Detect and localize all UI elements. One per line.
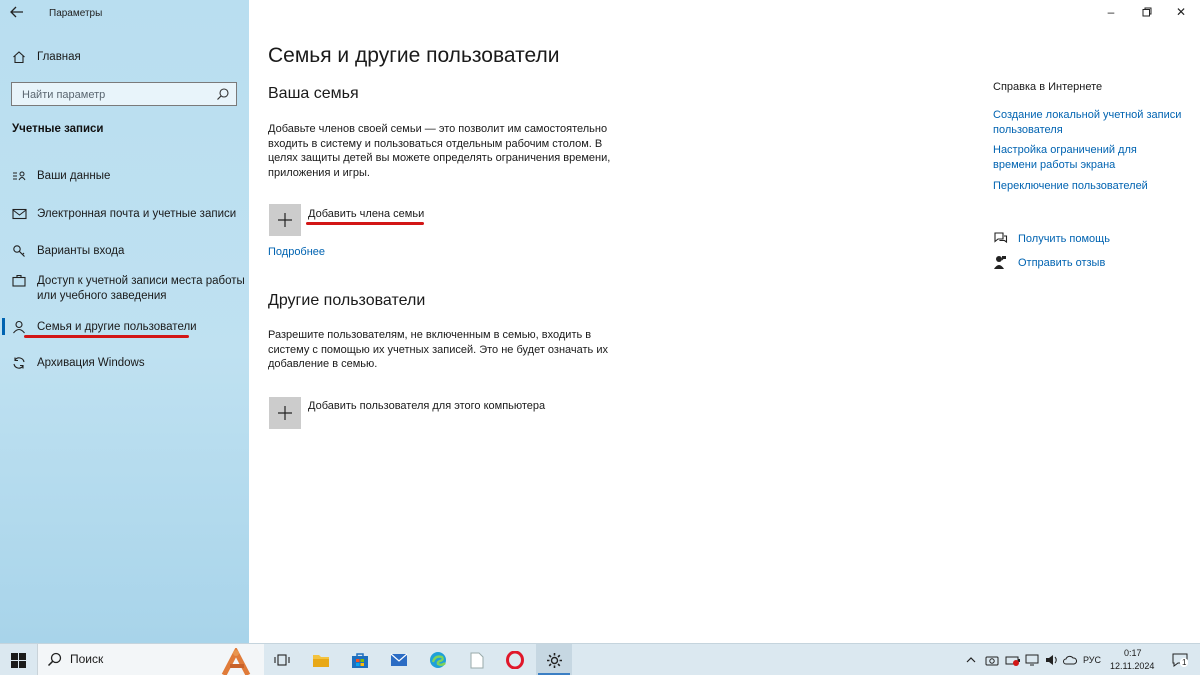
help-link-switch-users[interactable]: Переключение пользователей (993, 179, 1148, 194)
search-input[interactable] (12, 83, 224, 107)
network-icon[interactable] (1024, 650, 1040, 670)
sidebar-item-home[interactable]: Главная (0, 43, 249, 71)
add-user-button[interactable] (269, 397, 301, 429)
sidebar-item-backup[interactable]: Архивация Windows (0, 349, 249, 377)
settings-gear-icon[interactable] (544, 650, 564, 670)
language-indicator[interactable]: РУС (1083, 655, 1101, 665)
close-button[interactable]: ✕ (1166, 3, 1196, 21)
section-heading: Учетные записи (12, 123, 104, 135)
add-family-member-button[interactable] (269, 204, 301, 236)
notepad-icon[interactable] (467, 650, 487, 670)
mail-app-icon[interactable] (389, 650, 409, 670)
help-link-screen-time[interactable]: Настройка ограничений для времени работы… (993, 143, 1137, 173)
app-title: Параметры (49, 8, 103, 19)
store-icon[interactable] (350, 650, 370, 670)
cloud-icon[interactable] (1062, 650, 1078, 670)
add-user-label[interactable]: Добавить пользователя для этого компьюте… (308, 400, 545, 412)
sidebar-item-work-school[interactable]: Доступ к учетной записи места работы или… (0, 274, 249, 306)
plus-icon (278, 406, 292, 420)
camera-icon[interactable] (984, 650, 1000, 670)
notification-icon[interactable]: 1 (1170, 650, 1190, 670)
sidebar-item-email-accounts[interactable]: Электронная почта и учетные записи (0, 200, 249, 228)
maximize-button[interactable] (1132, 3, 1162, 21)
other-users-description: Разрешите пользователям, не включенным в… (268, 329, 608, 371)
sidebar-item-label: Семья и другие пользователи (37, 320, 197, 333)
briefcase-icon (11, 272, 27, 288)
annotation-underline (24, 335, 189, 338)
windows-start-icon[interactable] (8, 650, 28, 670)
plus-icon (278, 213, 292, 227)
feedback-icon (993, 255, 1007, 275)
sidebar: Параметры Главная Учетные записи Ваши да… (0, 0, 249, 643)
search-highlight-icon (216, 646, 260, 680)
search-box[interactable] (11, 82, 237, 107)
sidebar-item-label: Главная (37, 50, 81, 63)
taskbar-search[interactable]: Поиск (37, 644, 264, 677)
sync-icon (11, 355, 27, 371)
sidebar-item-label: Варианты входа (37, 244, 125, 257)
person-card-icon (11, 168, 27, 184)
clock-time[interactable]: 0:17 (1124, 648, 1142, 658)
learn-more-link[interactable]: Подробнее (268, 245, 325, 260)
sidebar-item-label: Архивация Windows (37, 356, 145, 369)
minimize-button[interactable]: – (1096, 3, 1126, 21)
search-icon (47, 652, 62, 672)
battery-icon[interactable] (1004, 650, 1022, 670)
task-view-icon[interactable] (272, 650, 292, 670)
send-feedback-link[interactable]: Отправить отзыв (1018, 256, 1105, 271)
opera-icon[interactable] (505, 650, 525, 670)
other-users-heading: Другие пользователи (268, 292, 426, 309)
family-description: Добавьте членов своей семьи — это позвол… (268, 123, 611, 179)
family-heading: Ваша семья (268, 85, 359, 102)
sidebar-item-your-info[interactable]: Ваши данные (0, 162, 249, 190)
main-content (249, 0, 1200, 643)
sidebar-item-label: Доступ к учетной записи места работы или… (37, 275, 245, 302)
back-arrow-icon[interactable] (10, 5, 28, 21)
help-chat-icon (993, 231, 1008, 250)
key-icon (11, 243, 27, 259)
sidebar-item-label: Электронная почта и учетные записи (37, 207, 237, 220)
help-heading: Справка в Интернете (993, 81, 1103, 93)
volume-icon[interactable] (1044, 650, 1060, 670)
taskbar: Поиск РУС 0:17 12.11.2024 1 (0, 643, 1200, 677)
sidebar-item-label: Ваши данные (37, 169, 111, 182)
annotation-underline (306, 222, 424, 225)
chevron-up-icon[interactable] (964, 650, 978, 670)
clock-date[interactable]: 12.11.2024 (1110, 661, 1154, 671)
search-icon[interactable] (216, 87, 230, 101)
help-link-local-account[interactable]: Создание локальной учетной записи пользо… (993, 108, 1181, 138)
get-help-link[interactable]: Получить помощь (1018, 232, 1110, 247)
page-title: Семья и другие пользователи (268, 44, 560, 67)
mail-icon (11, 206, 27, 222)
sidebar-item-sign-in-options[interactable]: Варианты входа (0, 237, 249, 265)
home-icon (11, 49, 27, 65)
edge-icon[interactable] (428, 650, 448, 670)
add-family-member-label[interactable]: Добавить члена семьи (308, 208, 424, 220)
restore-icon (1142, 7, 1152, 17)
person-icon (11, 319, 27, 335)
taskbar-search-text: Поиск (70, 652, 104, 666)
file-explorer-icon[interactable] (311, 650, 331, 670)
